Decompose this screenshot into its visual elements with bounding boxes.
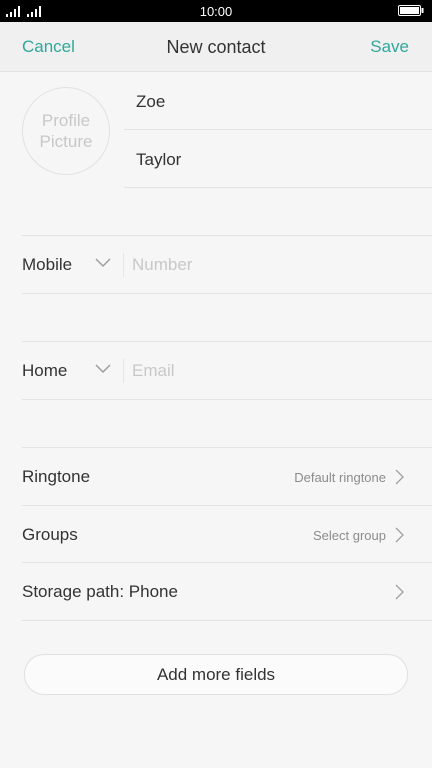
header-bar: Cancel New contact Save [0, 22, 432, 72]
divider [22, 620, 432, 621]
profile-picture-button[interactable]: Profile Picture [22, 87, 110, 175]
chevron-down-icon[interactable] [95, 364, 111, 374]
status-time: 10:00 [199, 4, 233, 19]
profile-picture-line2: Picture [39, 132, 93, 151]
phone-type-label[interactable]: Mobile [22, 255, 72, 275]
chevron-down-icon[interactable] [95, 258, 111, 268]
profile-picture-line1: Profile [41, 111, 91, 130]
ringtone-label: Ringtone [22, 467, 91, 486]
status-bar: 10:00 [0, 0, 432, 22]
chevron-right-icon [395, 469, 404, 485]
chevron-right-icon [395, 584, 404, 600]
phone-number-input[interactable] [132, 254, 412, 276]
chevron-right-icon [395, 527, 404, 543]
divider [22, 293, 432, 294]
divider [22, 399, 432, 400]
last-name-value: Taylor [136, 150, 182, 169]
email-input[interactable] [132, 360, 412, 382]
last-name-field[interactable]: Taylor [124, 130, 432, 188]
ringtone-value: Default ringtone [294, 470, 386, 485]
ringtone-row[interactable]: Ringtone Default ringtone [22, 448, 432, 506]
page-title: New contact [166, 37, 266, 57]
battery-icon [398, 5, 424, 16]
first-name-field[interactable]: Zoe [124, 72, 432, 130]
add-more-fields-button[interactable]: Add more fields [24, 654, 408, 695]
groups-label: Groups [22, 525, 78, 544]
first-name-value: Zoe [136, 92, 166, 111]
phone-row: Mobile [22, 236, 432, 294]
groups-row[interactable]: Groups Select group [22, 506, 432, 564]
email-row: Home [22, 342, 432, 400]
profile-picture-label: Profile Picture [40, 110, 93, 152]
save-button[interactable]: Save [370, 37, 409, 57]
email-type-label[interactable]: Home [22, 361, 67, 381]
divider [123, 253, 124, 277]
storage-path-row[interactable]: Storage path: Phone [22, 563, 432, 621]
divider [123, 359, 124, 383]
groups-value: Select group [313, 528, 386, 543]
storage-path-label: Storage path: Phone [22, 582, 178, 601]
